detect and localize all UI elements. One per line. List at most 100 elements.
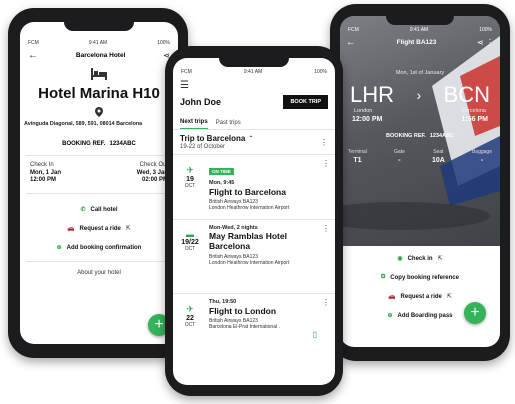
trip-card-line2: London Heathrow Internation Airport (209, 259, 290, 266)
terminal-value: T1 (353, 157, 362, 164)
trip-card-line2: London Heathrow Internation Airport (209, 205, 290, 211)
chevron-up-icon: ⌃ (248, 136, 254, 142)
trip-card-flight-return[interactable]: ✈ 22 OCT Thu, 19:50 Flight to London Bri… (173, 294, 335, 359)
more-vertical-icon[interactable]: ⋮ (322, 159, 330, 168)
origin-city: London (354, 108, 373, 114)
gate-value: - (398, 157, 401, 164)
trip-card-title: Flight to Barcelona (209, 187, 286, 197)
call-hotel-label: Call hotel (90, 206, 118, 213)
battery-label: 100% (479, 26, 492, 33)
phone-notch (64, 22, 134, 31)
hotel-booking-ref: BOOKING REF. 1234ABC (20, 141, 178, 147)
add-booking-confirmation-button[interactable]: ⊕ Add booking confirmation (20, 238, 178, 257)
carrier-label: FCM (28, 39, 39, 46)
terminal-detail: Terminal T1 (348, 149, 367, 164)
battery-label: 100% (314, 68, 327, 75)
trip-card-when: Mon, 9:45 (209, 180, 235, 186)
trip-card-day: 19 (186, 176, 194, 183)
arrival-time: 1:56 PM (461, 116, 488, 123)
trips-screen: FCM 9:41 AM 100% ☰ John Doe BOOK TRIP Ne… (173, 58, 335, 385)
hotel-header-title: Barcelona Hotel (75, 51, 126, 59)
carrier-label: FCM (348, 26, 359, 33)
more-vertical-icon[interactable]: ⋮ (320, 138, 328, 147)
back-arrow-icon[interactable]: ← (28, 50, 38, 61)
book-trip-button[interactable]: BOOK TRIP (283, 95, 328, 109)
bed-icon: ▬ (186, 230, 194, 239)
car-icon: 🚗 (67, 226, 75, 232)
trip-card-date: ▬ 19/22 OCT (176, 230, 204, 252)
trip-card-flight-out[interactable]: ✈ 19 OCT ON TIME Mon, 9:45 Flight to Bar… (173, 155, 335, 220)
tab-past-trips[interactable]: Past trips (216, 120, 241, 129)
trip-tabs: Next trips Past trips (173, 109, 335, 129)
phone-icon: ✆ (80, 207, 86, 213)
trip-card-line2: Barcelona El-Prat International . (209, 324, 280, 330)
call-hotel-button[interactable]: ✆ Call hotel (20, 200, 178, 219)
flight-phone: FCM 9:41 AM 100% ← Flight BA123 ⋖ ⋮ Mon,… (330, 4, 510, 361)
baggage-detail: Baggage - (472, 149, 492, 164)
trip-card-month: OCT (184, 246, 196, 252)
phone-notch (386, 16, 454, 25)
tab-next-trips[interactable]: Next trips (180, 119, 208, 129)
trip-card-date: ✈ 19 OCT (179, 165, 201, 189)
seat-detail: Seat 10A (432, 149, 445, 164)
terminal-label: Terminal (348, 149, 367, 155)
copy-booking-reference-button[interactable]: ⧉ Copy booking reference (340, 268, 500, 287)
check-out-date: Wed, 3 Jan (136, 170, 168, 176)
clock-label: 9:41 AM (243, 68, 263, 75)
request-ride-button[interactable]: 🚗 Request a ride ⇱ (20, 219, 178, 238)
trip-card-when: Thu, 19:50 (209, 299, 237, 305)
add-fab-button[interactable]: + (464, 302, 486, 324)
clock-label: 9:41 AM (88, 39, 108, 46)
about-hotel-link[interactable]: About your hotel (20, 270, 178, 276)
car-icon: 🚗 (388, 294, 396, 300)
booking-ref-label: BOOKING REF. (386, 133, 426, 139)
destination-city: Barcelona (461, 108, 486, 114)
phone-notch (219, 58, 289, 67)
baggage-value: - (480, 157, 484, 164)
copy-icon: ⧉ (381, 274, 386, 280)
hotel-screen: FCM 9:41 AM 100% ← Barcelona Hotel ⋖ Hot… (20, 22, 178, 344)
check-in-label: Check in (407, 255, 433, 262)
more-vertical-icon[interactable]: ⋮ (322, 298, 330, 307)
status-bar: FCM 9:41 AM 100% (340, 25, 500, 34)
route-codes: LHR › BCN (340, 82, 500, 108)
departure-time: 12:00 PM (352, 116, 383, 123)
trip-card-day: 19/22 (181, 239, 199, 246)
flight-hero (340, 16, 500, 246)
plus-circle-icon: ⊕ (387, 313, 393, 319)
plus-circle-icon: ⊕ (56, 245, 62, 251)
booking-ref-value: 1234ABC (429, 133, 454, 139)
route-times: 12:00 PM 1:56 PM (340, 116, 500, 123)
check-out-label: Check Out (139, 162, 168, 168)
trip-group-header[interactable]: Trip to Barcelona ⌃ 19-22 of October ⋮ (173, 130, 335, 150)
menu-icon[interactable]: ☰ (173, 76, 335, 91)
external-link-icon: ⇱ (437, 256, 443, 262)
destination-code: BCN (443, 82, 490, 107)
status-bar: FCM 9:41 AM 100% (173, 67, 335, 76)
check-in-button[interactable]: ◉ Check in ⇱ (340, 249, 500, 268)
trip-card-month: OCT (184, 322, 196, 328)
plane-icon: ✈ (186, 304, 194, 314)
gate-label: Gate (394, 149, 405, 155)
seat-value: 10A (432, 157, 445, 164)
request-ride-label: Request a ride (400, 293, 442, 300)
hotel-header: ← Barcelona Hotel ⋖ (20, 47, 178, 63)
check-in-label: Check In (30, 162, 54, 168)
document-icon[interactable]: ▯ (313, 330, 317, 339)
bed-icon (20, 67, 178, 81)
flight-date: Mon, 1st of January (395, 70, 445, 76)
trip-card-hotel[interactable]: ▬ 19/22 OCT Mon-Wed, 2 nights May Rambla… (173, 220, 335, 294)
back-arrow-icon[interactable]: ← (346, 37, 356, 48)
add-boarding-pass-label: Add Boarding pass (397, 312, 453, 319)
external-link-icon: ⇱ (446, 294, 452, 300)
external-link-icon: ⇱ (125, 226, 131, 232)
origin-code: LHR (350, 82, 395, 107)
share-icon[interactable]: ⋖ ⋮ (477, 38, 494, 47)
more-vertical-icon[interactable]: ⋮ (322, 224, 330, 233)
check-times: Check In Mon, 1 Jan 12:00 PM Check Out W… (20, 156, 178, 183)
flight-booking-ref: BOOKING REF. 1234ABC (340, 133, 500, 139)
status-bar: FCM 9:41 AM 100% (20, 38, 178, 47)
trip-card-title: May Ramblas Hotel Barcelona (209, 231, 287, 251)
booking-ref-label: BOOKING REF. (62, 141, 106, 147)
arrow-right-icon: › (416, 87, 422, 103)
